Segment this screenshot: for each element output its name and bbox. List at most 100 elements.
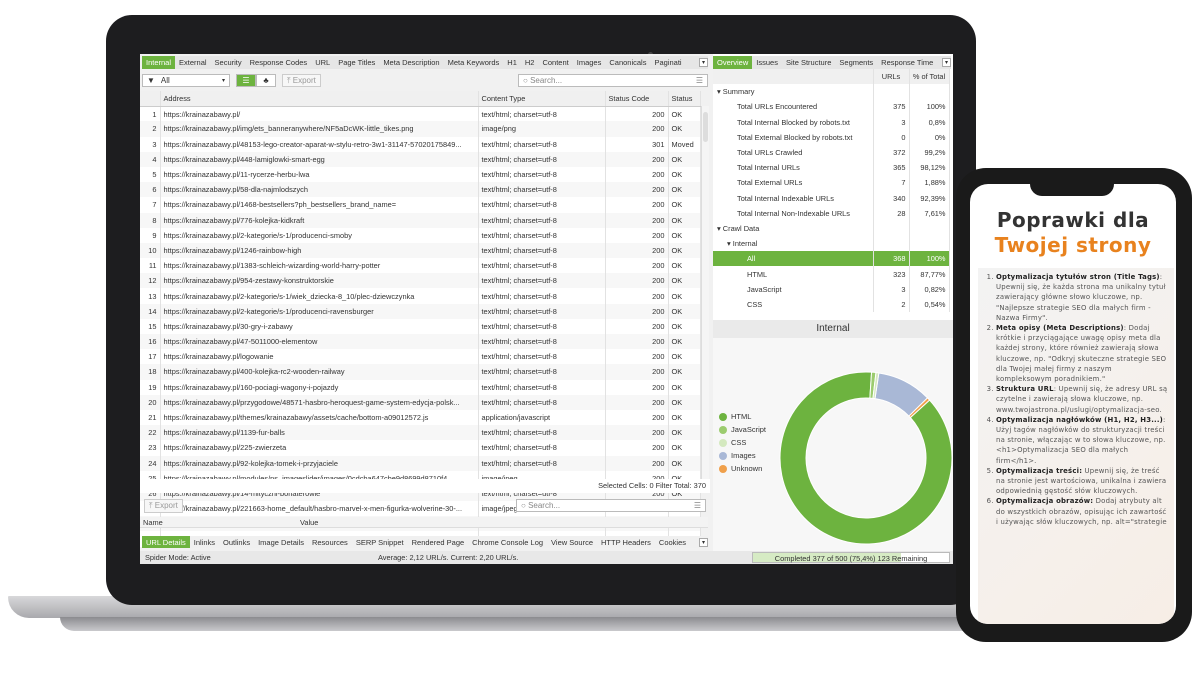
filter-settings-icon[interactable]: ☰ — [696, 75, 703, 86]
table-row[interactable]: 16 https://krainazabawy.pl/47-5011000-ele… — [140, 334, 701, 350]
overview-row[interactable]: Total Internal Blocked by robots.txt 3 0,8… — [713, 114, 950, 130]
tab-paginati[interactable]: Paginati — [650, 56, 685, 69]
table-row[interactable]: 1 https://krainazabawy.pl/text/html; char… — [140, 106, 701, 122]
tab-page-titles[interactable]: Page Titles — [334, 56, 379, 69]
column-header-index[interactable] — [140, 91, 161, 107]
column-header-content-type[interactable]: Content Type — [478, 91, 606, 107]
content-type-cell: text/html; charset=utf-8 — [478, 258, 606, 274]
tab-response-codes[interactable]: Response Codes — [246, 56, 312, 69]
tab-view-source[interactable]: View Source — [547, 536, 597, 548]
tab-site-structure[interactable]: Site Structure — [782, 56, 835, 69]
content-type-cell: text/html; charset=utf-8 — [478, 151, 606, 167]
filter-settings-icon[interactable]: ☰ — [694, 500, 701, 511]
table-row[interactable]: 8 https://krainazabawy.pl/776-kolejka-kid… — [140, 212, 701, 228]
tab-security[interactable]: Security — [211, 56, 246, 69]
column-header-address[interactable]: Address — [160, 91, 479, 107]
tab-chrome-console-log[interactable]: Chrome Console Log — [468, 536, 547, 548]
more-tabs-dropdown[interactable]: ▾ — [699, 58, 708, 67]
overview-row[interactable]: Total Internal Non-Indexable URLs 28 7,61% — [713, 205, 950, 221]
overview-row[interactable]: HTML 323 87,77% — [713, 266, 950, 282]
table-row[interactable]: 2 https://krainazabawy.pl/img/ets_bannera… — [140, 121, 701, 137]
table-row[interactable]: 24 https://krainazabawy.pl/92-kolejka-tom… — [140, 455, 701, 471]
tab-response-time[interactable]: Response Time — [877, 56, 937, 69]
export-button[interactable]: ⤒ Export — [282, 74, 321, 87]
tab-serp-snippet[interactable]: SERP Snippet — [352, 536, 408, 548]
overview-label-text: Total External Blocked by robots.txt — [737, 132, 853, 142]
tab-internal[interactable]: Internal — [142, 56, 176, 69]
filter-select[interactable]: ▼ All ▾ — [142, 74, 230, 87]
status-code-cell: 200 — [605, 409, 669, 426]
tab-content[interactable]: Content — [538, 56, 572, 69]
overview-row[interactable]: All 368 100% — [713, 251, 950, 267]
tab-url[interactable]: URL — [311, 56, 334, 69]
tab-inlinks[interactable]: Inlinks — [190, 536, 219, 548]
overview-row[interactable]: Total URLs Encountered 375 100% — [713, 99, 950, 115]
tab-segments[interactable]: Segments — [835, 56, 877, 69]
tab-h1[interactable]: H1 — [503, 56, 521, 69]
more-tabs-dropdown[interactable]: ▾ — [942, 58, 951, 67]
table-row[interactable]: 5 https://krainazabawy.pl/11-rycerze-herb… — [140, 166, 701, 183]
tab-canonicals[interactable]: Canonicals — [605, 56, 650, 69]
column-header-status-code[interactable]: Status Code — [605, 91, 669, 107]
table-row[interactable]: 23 https://krainazabawy.pl/225-zwierzeta t… — [140, 440, 701, 456]
table-row[interactable]: 4 https://krainazabawy.pl/448-lamiglowki-… — [140, 151, 701, 167]
tab-http-headers[interactable]: HTTP Headers — [597, 536, 655, 548]
table-row[interactable]: 19 https://krainazabawy.pl/160-pociagi-wa… — [140, 379, 701, 395]
address-cell: https://krainazabawy.pl/themes/krainazab… — [160, 409, 479, 426]
tab-meta-description[interactable]: Meta Description — [379, 56, 443, 69]
details-export-button[interactable]: ⤒ Export — [144, 499, 183, 513]
table-row[interactable]: 11 https://krainazabawy.pl/1383-schleich-… — [140, 258, 701, 274]
table-scrollbar[interactable] — [701, 106, 709, 486]
table-row[interactable]: 17 https://krainazabawy.pl/logowanie text/… — [140, 349, 701, 365]
status-cell: OK — [668, 440, 701, 456]
table-row[interactable]: 9 https://krainazabawy.pl/2-kategorie/s-1… — [140, 227, 701, 243]
tab-image-details[interactable]: Image Details — [254, 536, 308, 548]
tree-view-button[interactable]: ♣ — [256, 74, 276, 87]
phone-title-line1: Poprawki dla — [996, 208, 1150, 232]
overview-row[interactable]: Total Internal Indexable URLs 340 92,39% — [713, 190, 950, 206]
overview-row[interactable]: Total Internal URLs 365 98,12% — [713, 160, 950, 176]
table-row[interactable]: 14 https://krainazabawy.pl/2-kategorie/s-… — [140, 303, 701, 319]
spider-mode: Spider Mode: Active — [145, 553, 211, 562]
details-search-input[interactable]: ○ Search... ☰ — [516, 499, 706, 512]
overview-urls: 3 — [873, 281, 910, 297]
tab-overview[interactable]: Overview — [713, 56, 753, 69]
table-row[interactable]: 20 https://krainazabawy.pl/przygodowe/485… — [140, 394, 701, 410]
overview-row[interactable]: Total External URLs 7 1,88% — [713, 175, 950, 191]
tab-resources[interactable]: Resources — [308, 536, 352, 548]
tab-url-details[interactable]: URL Details — [142, 536, 190, 548]
table-row[interactable]: 15 https://krainazabawy.pl/30-gry-i-zabaw… — [140, 318, 701, 334]
overview-row[interactable]: CSS 2 0,54% — [713, 296, 950, 312]
tab-external[interactable]: External — [175, 56, 211, 69]
table-row[interactable]: 18 https://krainazabawy.pl/400-kolejka-rc… — [140, 364, 701, 380]
list-view-button[interactable]: ☰ — [236, 74, 256, 87]
tab-images[interactable]: Images — [573, 56, 606, 69]
search-icon: ○ — [523, 76, 531, 85]
search-input[interactable]: ○ Search... ☰ — [518, 74, 708, 87]
table-row[interactable]: 6 https://krainazabawy.pl/58-dla-najmlods… — [140, 182, 701, 198]
tab-outlinks[interactable]: Outlinks — [219, 536, 254, 548]
tab-meta-keywords[interactable]: Meta Keywords — [444, 56, 504, 69]
tab-cookies[interactable]: Cookies — [655, 536, 690, 548]
tab-h2[interactable]: H2 — [521, 56, 539, 69]
overview-row[interactable]: JavaScript 3 0,82% — [713, 281, 950, 297]
status-code-cell: 200 — [605, 121, 669, 137]
overview-row[interactable]: Total URLs Crawled 372 99,2% — [713, 144, 950, 161]
table-row[interactable]: 7 https://krainazabawy.pl/1468-bestseller… — [140, 197, 701, 213]
tab-rendered-page[interactable]: Rendered Page — [408, 536, 469, 548]
table-row[interactable]: 13 https://krainazabawy.pl/2-kategorie/s-… — [140, 288, 701, 304]
recommendation-item: Optymalizacja nagłówków (H1, H2, H3...):… — [996, 415, 1168, 466]
table-row[interactable]: 12 https://krainazabawy.pl/954-zestawy-ko… — [140, 273, 701, 289]
table-row[interactable]: 10 https://krainazabawy.pl/1246-rainbow-h… — [140, 242, 701, 259]
tab-issues[interactable]: Issues — [752, 56, 782, 69]
table-row[interactable]: 22 https://krainazabawy.pl/1139-fur-balls… — [140, 425, 701, 441]
overview-urls: 0 — [873, 129, 910, 145]
overview-row[interactable]: Total External Blocked by robots.txt 0 0% — [713, 129, 950, 145]
overview-row[interactable]: ▾ Internal — [713, 236, 950, 252]
table-row[interactable]: 21 https://krainazabawy.pl/themes/krainaz… — [140, 409, 701, 426]
table-row[interactable]: 3 https://krainazabawy.pl/48153-lego-crea… — [140, 136, 701, 152]
overview-row[interactable]: ▾ Summary — [713, 84, 950, 100]
more-tabs-dropdown[interactable]: ▾ — [699, 537, 708, 547]
column-header-status[interactable]: Status — [668, 91, 701, 107]
overview-row[interactable]: ▾ Crawl Data — [713, 220, 950, 237]
